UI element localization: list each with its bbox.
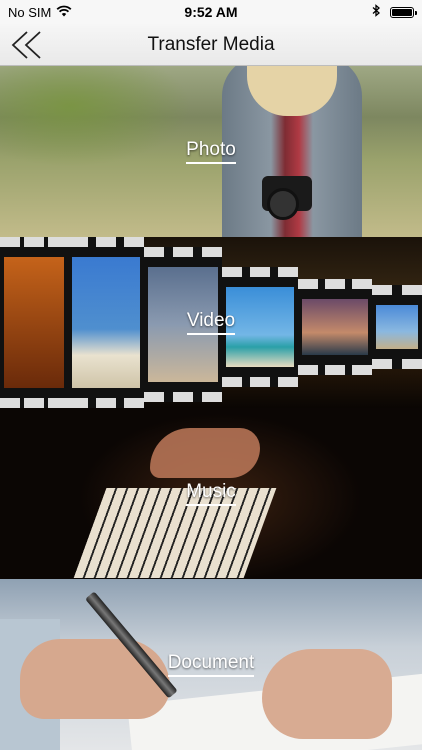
document-label: Document <box>167 652 255 677</box>
status-left: No SIM <box>8 5 72 20</box>
double-chevron-left-icon <box>11 31 41 59</box>
film-frame <box>226 287 294 367</box>
left-hand-graphic <box>20 639 170 719</box>
wifi-icon <box>56 5 72 20</box>
hand-graphic <box>150 428 260 478</box>
film-strip-1 <box>0 237 68 408</box>
document-tile[interactable]: Document <box>0 579 422 750</box>
back-button[interactable] <box>10 29 44 61</box>
photo-tile[interactable]: Photo <box>0 66 422 237</box>
battery-fill <box>392 8 412 16</box>
film-strip-6 <box>372 285 422 369</box>
film-frame <box>376 305 418 349</box>
carrier-label: No SIM <box>8 4 52 20</box>
media-tiles: Photo Video Music Document <box>0 66 422 750</box>
photo-label: Photo <box>186 139 236 164</box>
navigation-bar: Transfer Media <box>0 24 422 66</box>
video-tile[interactable]: Video <box>0 237 422 408</box>
music-tile[interactable]: Music <box>0 408 422 579</box>
bluetooth-icon <box>372 4 380 20</box>
camera-graphic <box>262 176 312 220</box>
piano-keys-graphic <box>73 488 277 578</box>
film-strip-2 <box>68 237 144 408</box>
film-frame <box>72 257 140 388</box>
film-frame <box>302 299 368 355</box>
battery-icon <box>390 6 417 18</box>
video-label: Video <box>186 310 236 335</box>
status-right <box>372 4 417 20</box>
page-title: Transfer Media <box>147 33 275 55</box>
status-bar: No SIM 9:52 AM <box>0 0 422 24</box>
music-label: Music <box>186 481 236 506</box>
right-hand-graphic <box>262 649 392 739</box>
film-frame <box>4 257 64 388</box>
film-strip-5 <box>298 279 372 375</box>
